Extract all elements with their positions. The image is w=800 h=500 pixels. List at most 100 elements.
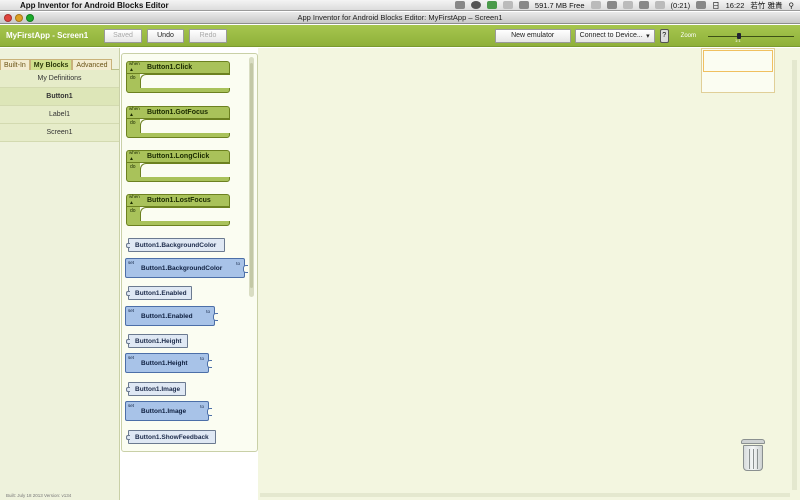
new-emulator-button[interactable]: New emulator [494, 28, 571, 43]
plug-connector [126, 387, 130, 392]
redo-button[interactable]: Redo [189, 28, 227, 43]
when-label: when [129, 194, 140, 199]
zoom-window-button[interactable] [26, 14, 34, 22]
minimap-viewport[interactable] [703, 50, 773, 72]
time-machine-icon[interactable] [606, 1, 617, 9]
collapse-caret-icon[interactable]: ▲ [129, 200, 134, 206]
menubar-status-area: 591.7 MB Free (0:21) 日 16:22 若竹 雅貴 ⚲ [454, 0, 800, 11]
setter-label: Button1.BackgroundColor [141, 265, 223, 272]
setter-block-image[interactable]: set Button1.Image to [125, 401, 212, 421]
block-footer [126, 133, 230, 138]
do-socket [140, 207, 230, 221]
saved-button[interactable]: Saved [104, 28, 142, 43]
do-label: do [130, 75, 136, 81]
memory-status[interactable]: 591.7 MB Free [535, 1, 585, 10]
getter-label: Button1.BackgroundColor [135, 242, 217, 249]
minimize-window-button[interactable] [15, 14, 23, 22]
zoom-tick-label: 1:1 [735, 37, 741, 43]
zoom-slider[interactable]: 1:1 [708, 29, 794, 43]
do-socket [140, 74, 230, 88]
workspace-horizontal-scrollbar[interactable] [260, 493, 790, 497]
to-label: to [200, 356, 204, 361]
display-icon[interactable] [590, 1, 601, 9]
collapse-caret-icon[interactable]: ▲ [129, 67, 134, 73]
sidebar-item-my-definitions[interactable]: My Definitions [0, 70, 119, 88]
plug-connector [126, 243, 130, 248]
getter-block-enabled[interactable]: Button1.Enabled [126, 286, 192, 300]
clock[interactable]: 16:22 [726, 1, 745, 10]
workspace-minimap[interactable] [701, 48, 775, 93]
getter-block-backgroundcolor[interactable]: Button1.BackgroundColor [126, 238, 225, 252]
help-icon[interactable]: ? [659, 28, 669, 43]
tab-my-blocks[interactable]: My Blocks [29, 59, 73, 70]
getter-block-showfeedback[interactable]: Button1.ShowFeedback [126, 430, 216, 444]
setter-block-backgroundcolor[interactable]: set Button1.BackgroundColor to [125, 258, 248, 278]
dropbox-icon[interactable] [454, 1, 465, 9]
value-socket [207, 360, 212, 368]
event-block-lostfocus[interactable]: when ▲ Button1.LostFocus do [126, 194, 230, 226]
event-block-longclick[interactable]: when ▲ Button1.LongClick do [126, 150, 230, 182]
drawer-scrollbar[interactable] [249, 57, 254, 297]
setter-block-height[interactable]: set Button1.Height to [125, 353, 212, 373]
battery-status[interactable]: (0:21) [671, 1, 691, 10]
set-label: set [128, 403, 135, 408]
spotlight-icon[interactable]: ⚲ [789, 1, 795, 10]
window-controls [4, 14, 34, 22]
window-title: App Inventor for Android Blocks Editor: … [297, 13, 503, 22]
undo-button[interactable]: Undo [147, 28, 184, 43]
trash-lid [741, 439, 765, 444]
sidebar-item-screen1[interactable]: Screen1 [0, 124, 119, 142]
set-label: set [128, 355, 135, 360]
sidebar-item-label1[interactable]: Label1 [0, 106, 119, 124]
volume-icon[interactable] [638, 1, 649, 9]
zoom-track [708, 35, 794, 37]
blocks-sidebar: Built-In My Blocks Advanced My Definitio… [0, 48, 120, 500]
chevron-down-icon: ▾ [646, 32, 650, 40]
trash-body [743, 445, 763, 471]
project-title: MyFirstApp - Screen1 [6, 31, 89, 40]
getter-block-height[interactable]: Button1.Height [126, 334, 188, 348]
value-socket [243, 265, 248, 273]
event-block-click[interactable]: when ▲ Button1.Click do [126, 61, 230, 93]
close-window-button[interactable] [4, 14, 12, 22]
build-info: Built: July 18 2013 Version: v134 [6, 493, 72, 498]
value-socket [213, 313, 218, 321]
cloud-icon[interactable] [502, 1, 513, 9]
trash-icon[interactable] [739, 439, 767, 473]
setter-label: Button1.Image [141, 408, 187, 415]
tab-built-in[interactable]: Built-In [0, 59, 30, 70]
user-name[interactable]: 若竹 雅貴 [750, 0, 782, 11]
input-source-icon[interactable] [696, 1, 707, 9]
activity-monitor-icon[interactable] [470, 1, 481, 9]
plug-connector [126, 435, 130, 440]
getter-label: Button1.Enabled [135, 290, 187, 297]
chip-icon[interactable] [518, 1, 529, 9]
workspace-vertical-scrollbar[interactable] [792, 60, 797, 490]
when-label: when [129, 61, 140, 66]
event-block-gotfocus[interactable]: when ▲ Button1.GotFocus do [126, 106, 230, 138]
event-name: Button1.Click [147, 64, 193, 71]
wifi-icon[interactable] [622, 1, 633, 9]
setter-block-enabled[interactable]: set Button1.Enabled to [125, 306, 218, 326]
menubar: App Inventor for Android Blocks Editor 5… [0, 0, 800, 11]
blocks-workspace[interactable] [258, 48, 800, 500]
to-label: to [206, 309, 210, 314]
event-name: Button1.LostFocus [147, 197, 211, 204]
tab-advanced[interactable]: Advanced [72, 59, 112, 70]
connect-device-dropdown[interactable]: Connect to Device... ▾ [574, 28, 655, 43]
battery-icon[interactable] [654, 1, 665, 9]
collapse-caret-icon[interactable]: ▲ [129, 156, 134, 162]
event-name: Button1.LongClick [147, 153, 210, 160]
do-socket [140, 119, 230, 133]
collapse-caret-icon[interactable]: ▲ [129, 112, 134, 118]
sidebar-item-button1[interactable]: Button1 [0, 88, 119, 106]
value-socket [207, 408, 212, 416]
block-footer [126, 177, 230, 182]
setter-label: Button1.Enabled [141, 313, 193, 320]
do-label: do [130, 164, 136, 170]
getter-block-image[interactable]: Button1.Image [126, 382, 186, 396]
app-menu-name[interactable]: App Inventor for Android Blocks Editor [20, 1, 169, 10]
clock-day[interactable]: 日 [712, 0, 720, 11]
evernote-icon[interactable] [486, 1, 497, 9]
drawer-scroll-thumb[interactable] [250, 63, 253, 288]
